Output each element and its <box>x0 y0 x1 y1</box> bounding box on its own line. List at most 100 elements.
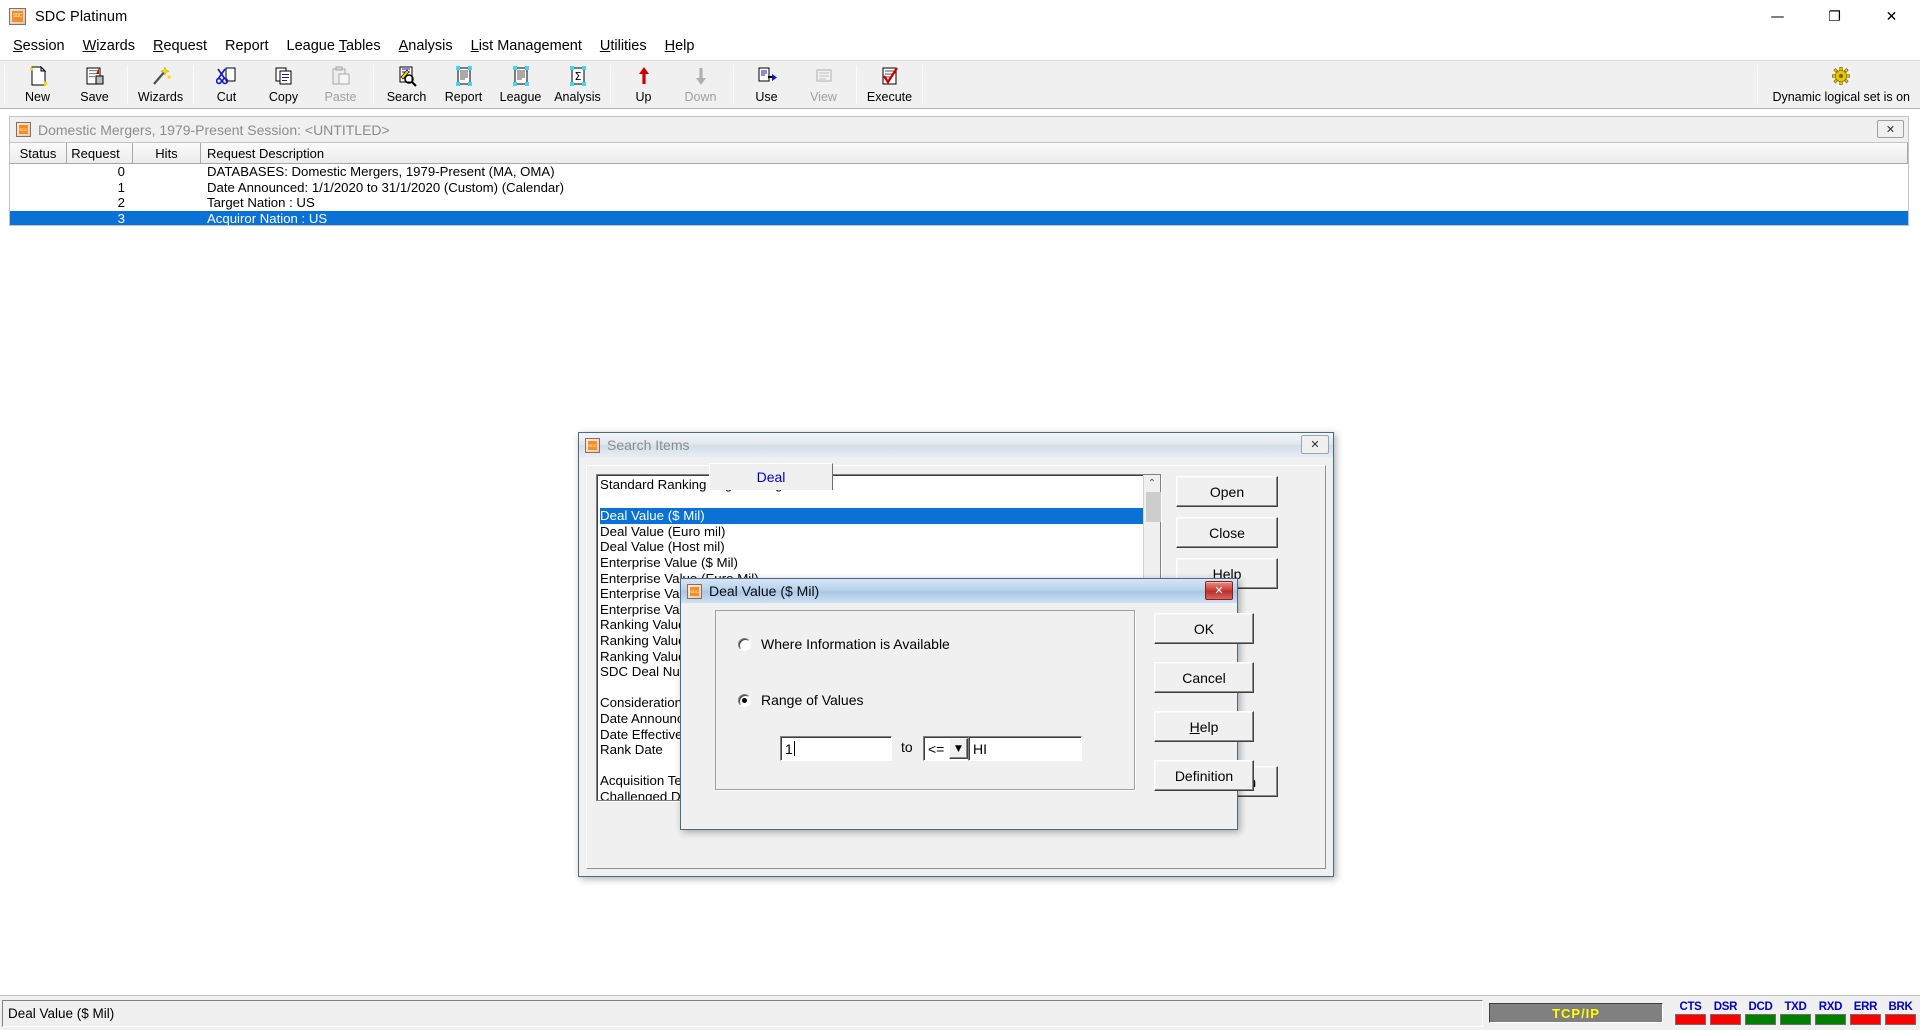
table-row[interactable]: 0 DATABASES: Domestic Mergers, 1979-Pres… <box>10 164 1908 180</box>
league-icon <box>508 65 534 87</box>
toolbar-label-save: Save <box>80 90 109 104</box>
led-label-brk: BRK <box>1885 1001 1916 1013</box>
deal-value-options-group: Where Information is Available Range of … <box>715 610 1135 790</box>
list-item[interactable]: Deal Value (Euro mil) <box>600 524 1143 540</box>
scroll-up-icon[interactable]: ⌃ <box>1144 475 1160 492</box>
led-label-cts: CTS <box>1675 1001 1706 1013</box>
table-row[interactable]: 2 Target Nation : US <box>10 195 1908 211</box>
toolbar-label-paste: Paste <box>325 90 357 104</box>
cancel-button[interactable]: Cancel <box>1154 662 1254 693</box>
toolbar-button-execute[interactable]: Execute <box>861 61 918 108</box>
menu-item-help[interactable]: Help <box>656 35 704 58</box>
mdi-client-area: Domestic Mergers, 1979-Present Session: … <box>0 110 1920 995</box>
range-high-input[interactable]: HI <box>968 736 1082 761</box>
toolbar-button-cut[interactable]: Cut <box>198 61 255 108</box>
toolbar-button-wizards[interactable]: Wizards <box>132 61 189 108</box>
session-title: Domestic Mergers, 1979-Present Session: … <box>38 122 390 138</box>
gear-yellow-icon <box>1828 65 1854 87</box>
column-header-status[interactable]: Status <box>10 143 67 164</box>
radio-range-of-values[interactable]: Range of Values <box>738 692 863 708</box>
radio-icon-unselected[interactable] <box>738 638 751 651</box>
toolbar-label-execute: Execute <box>867 90 912 104</box>
table-row[interactable]: 1 Date Announced: 1/1/2020 to 31/1/2020 … <box>10 180 1908 196</box>
toolbar-separator <box>4 65 5 104</box>
range-operator-select[interactable]: <= ▼ <box>923 736 971 761</box>
led-light-rxd <box>1815 1014 1846 1025</box>
led-rxd: RXD <box>1815 1001 1846 1025</box>
menu-item-report[interactable]: Report <box>216 35 278 58</box>
column-header-hits[interactable]: Hits <box>133 143 201 164</box>
sigma-icon: Σ <box>565 65 591 87</box>
dynamic-logical-set-label: Dynamic logical set is on <box>1772 90 1910 104</box>
scrollbar-thumb[interactable] <box>1146 492 1161 522</box>
search-items-close-icon[interactable]: ✕ <box>1301 435 1329 454</box>
column-header-request[interactable]: Request <box>67 143 133 164</box>
led-cts: CTS <box>1675 1001 1706 1025</box>
toolbar-label-cut: Cut <box>217 90 236 104</box>
serial-led-group: CTS DSR DCD TXD RXD ERR BRK <box>1675 1001 1920 1025</box>
menu-item-list-management[interactable]: List Management <box>462 35 591 58</box>
toolbar-button-save[interactable]: Save <box>66 61 123 108</box>
toolbar-button-search[interactable]: Search <box>378 61 435 108</box>
toolbar-button-new[interactable]: New <box>9 61 66 108</box>
maximize-icon[interactable]: ❐ <box>1806 0 1863 33</box>
menu-item-wizards[interactable]: Wizards <box>74 35 144 58</box>
open-button[interactable]: Open <box>1176 476 1278 507</box>
close-button[interactable]: Close <box>1176 517 1278 548</box>
chevron-down-icon[interactable]: ▼ <box>949 738 968 759</box>
menu-item-request[interactable]: Request <box>144 35 216 58</box>
search-items-title: Search Items <box>607 437 689 453</box>
column-header-description[interactable]: Request Description <box>201 143 1908 164</box>
toolbar-button-league[interactable]: League <box>492 61 549 108</box>
led-light-dcd <box>1745 1014 1776 1025</box>
deal-value-title: Deal Value ($ Mil) <box>709 583 819 599</box>
report-icon <box>451 65 477 87</box>
toolbar-button-analysis[interactable]: Σ Analysis <box>549 61 606 108</box>
range-low-input[interactable]: 1 <box>780 736 892 761</box>
led-txd: TXD <box>1780 1001 1811 1025</box>
radio-where-information-available[interactable]: Where Information is Available <box>738 636 950 652</box>
toolbar-button-use[interactable]: Use <box>738 61 795 108</box>
cell-description: Date Announced: 1/1/2020 to 31/1/2020 (C… <box>201 180 1908 195</box>
led-light-txd <box>1780 1014 1811 1025</box>
tab-deal[interactable]: Deal <box>709 463 832 490</box>
save-icon <box>82 65 108 87</box>
list-item[interactable]: Standard Ranking Eligible Flag <box>600 477 1143 493</box>
led-dcd: DCD <box>1745 1001 1776 1025</box>
menu-item-session[interactable]: SSessionession <box>4 35 74 58</box>
help-button[interactable]: Help <box>1154 711 1254 742</box>
close-icon[interactable]: ✕ <box>1863 0 1920 33</box>
menu-item-analysis[interactable]: Analysis <box>390 35 462 58</box>
ok-button[interactable]: OK <box>1154 613 1254 644</box>
search-items-window-icon <box>585 438 600 453</box>
toolbar-button-report[interactable]: Report <box>435 61 492 108</box>
toolbar-button-up[interactable]: Up <box>615 61 672 108</box>
list-item[interactable]: Enterprise Value ($ Mil) <box>600 555 1143 571</box>
toolbar-label-search: Search <box>387 90 427 104</box>
list-item-spacer <box>600 493 1143 509</box>
table-row-selected[interactable]: 3 Acquiror Nation : US <box>10 211 1908 226</box>
definition-button[interactable]: Definition <box>1154 760 1254 791</box>
cell-description: Target Nation : US <box>201 195 1908 210</box>
cell-request: 0 <box>67 164 133 179</box>
led-err: ERR <box>1850 1001 1881 1025</box>
list-item-selected[interactable]: Deal Value ($ Mil) <box>600 508 1143 524</box>
deal-value-close-icon[interactable]: ✕ <box>1205 581 1233 600</box>
menu-item-utilities[interactable]: Utilities <box>591 35 656 58</box>
range-low-value: 1 <box>785 741 793 757</box>
toolbar-separator <box>127 65 128 104</box>
toolbar-label-copy: Copy <box>269 90 298 104</box>
toolbar-separator <box>856 65 857 104</box>
search-items-titlebar: Search Items ✕ <box>579 433 1333 457</box>
toolbar-button-copy[interactable]: Copy <box>255 61 312 108</box>
range-high-value: HI <box>973 741 987 757</box>
minimize-icon[interactable]: — <box>1749 0 1806 33</box>
app-titlebar: SDC Platinum — ❐ ✕ <box>0 0 1920 33</box>
radio-icon-selected[interactable] <box>738 694 751 707</box>
dynamic-logical-set-indicator[interactable]: Dynamic logical set is on <box>1762 61 1920 108</box>
session-close-icon[interactable]: ✕ <box>1877 120 1904 138</box>
list-item[interactable]: Deal Value (Host mil) <box>600 539 1143 555</box>
toolbar-button-view: View <box>795 61 852 108</box>
menu-item-league-tables[interactable]: League Tables <box>278 35 390 58</box>
arrow-down-icon <box>688 65 714 87</box>
